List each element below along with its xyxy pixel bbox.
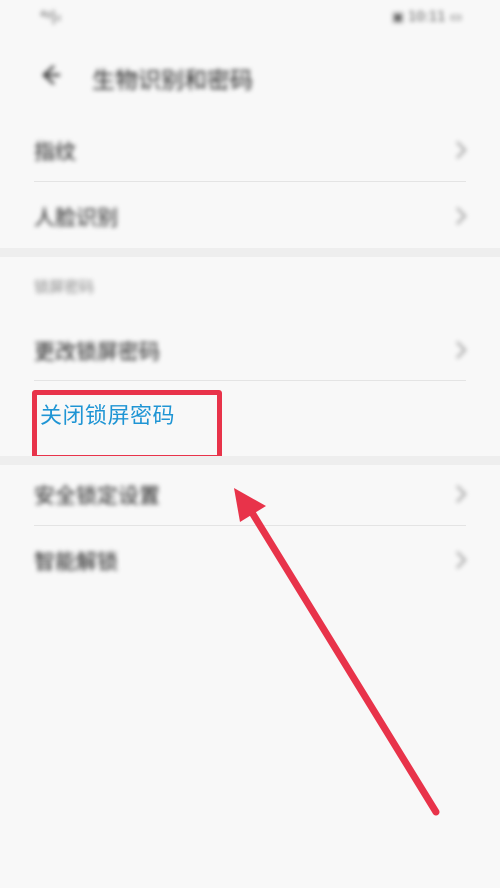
signal-indicator: ⁴ᵍ|ᵢₗ [40,9,61,25]
phone-screen: ⁴ᵍ|ᵢₗ ▣ 10:11 ▭ 生物识别和密码 指纹 人脸识别 锁屏密码 更改锁… [0,0,500,888]
chevron-right-icon [456,207,467,225]
chevron-right-icon [456,341,467,359]
row-security-lock-settings[interactable]: 安全锁定设置 [0,462,500,526]
chevron-right-icon [456,485,467,503]
row-label: 人脸识别 [34,206,118,230]
highlight-box [32,390,222,460]
chevron-right-icon [456,141,467,159]
back-arrow-icon[interactable] [32,58,66,92]
section-divider [0,248,500,257]
row-label: 智能解锁 [34,550,118,574]
row-smart-unlock[interactable]: 智能解锁 [0,528,500,592]
row-face-recognition[interactable]: 人脸识别 [0,184,500,248]
page-title: 生物识别和密码 [92,68,253,94]
divider [34,525,466,526]
section-title-lock-password: 锁屏密码 [34,278,95,296]
row-label: 指纹 [34,140,76,164]
status-bar: ⁴ᵍ|ᵢₗ ▣ 10:11 ▭ [0,0,500,40]
page-header: 生物识别和密码 [0,48,500,104]
row-change-lock-password[interactable]: 更改锁屏密码 [0,318,500,382]
divider [34,181,466,182]
chevron-right-icon [456,551,467,569]
row-label: 更改锁屏密码 [34,340,160,364]
status-time: ▣ 10:11 ▭ [391,10,462,25]
divider [34,380,466,381]
row-fingerprint[interactable]: 指纹 [0,118,500,182]
row-label: 安全锁定设置 [34,484,160,508]
